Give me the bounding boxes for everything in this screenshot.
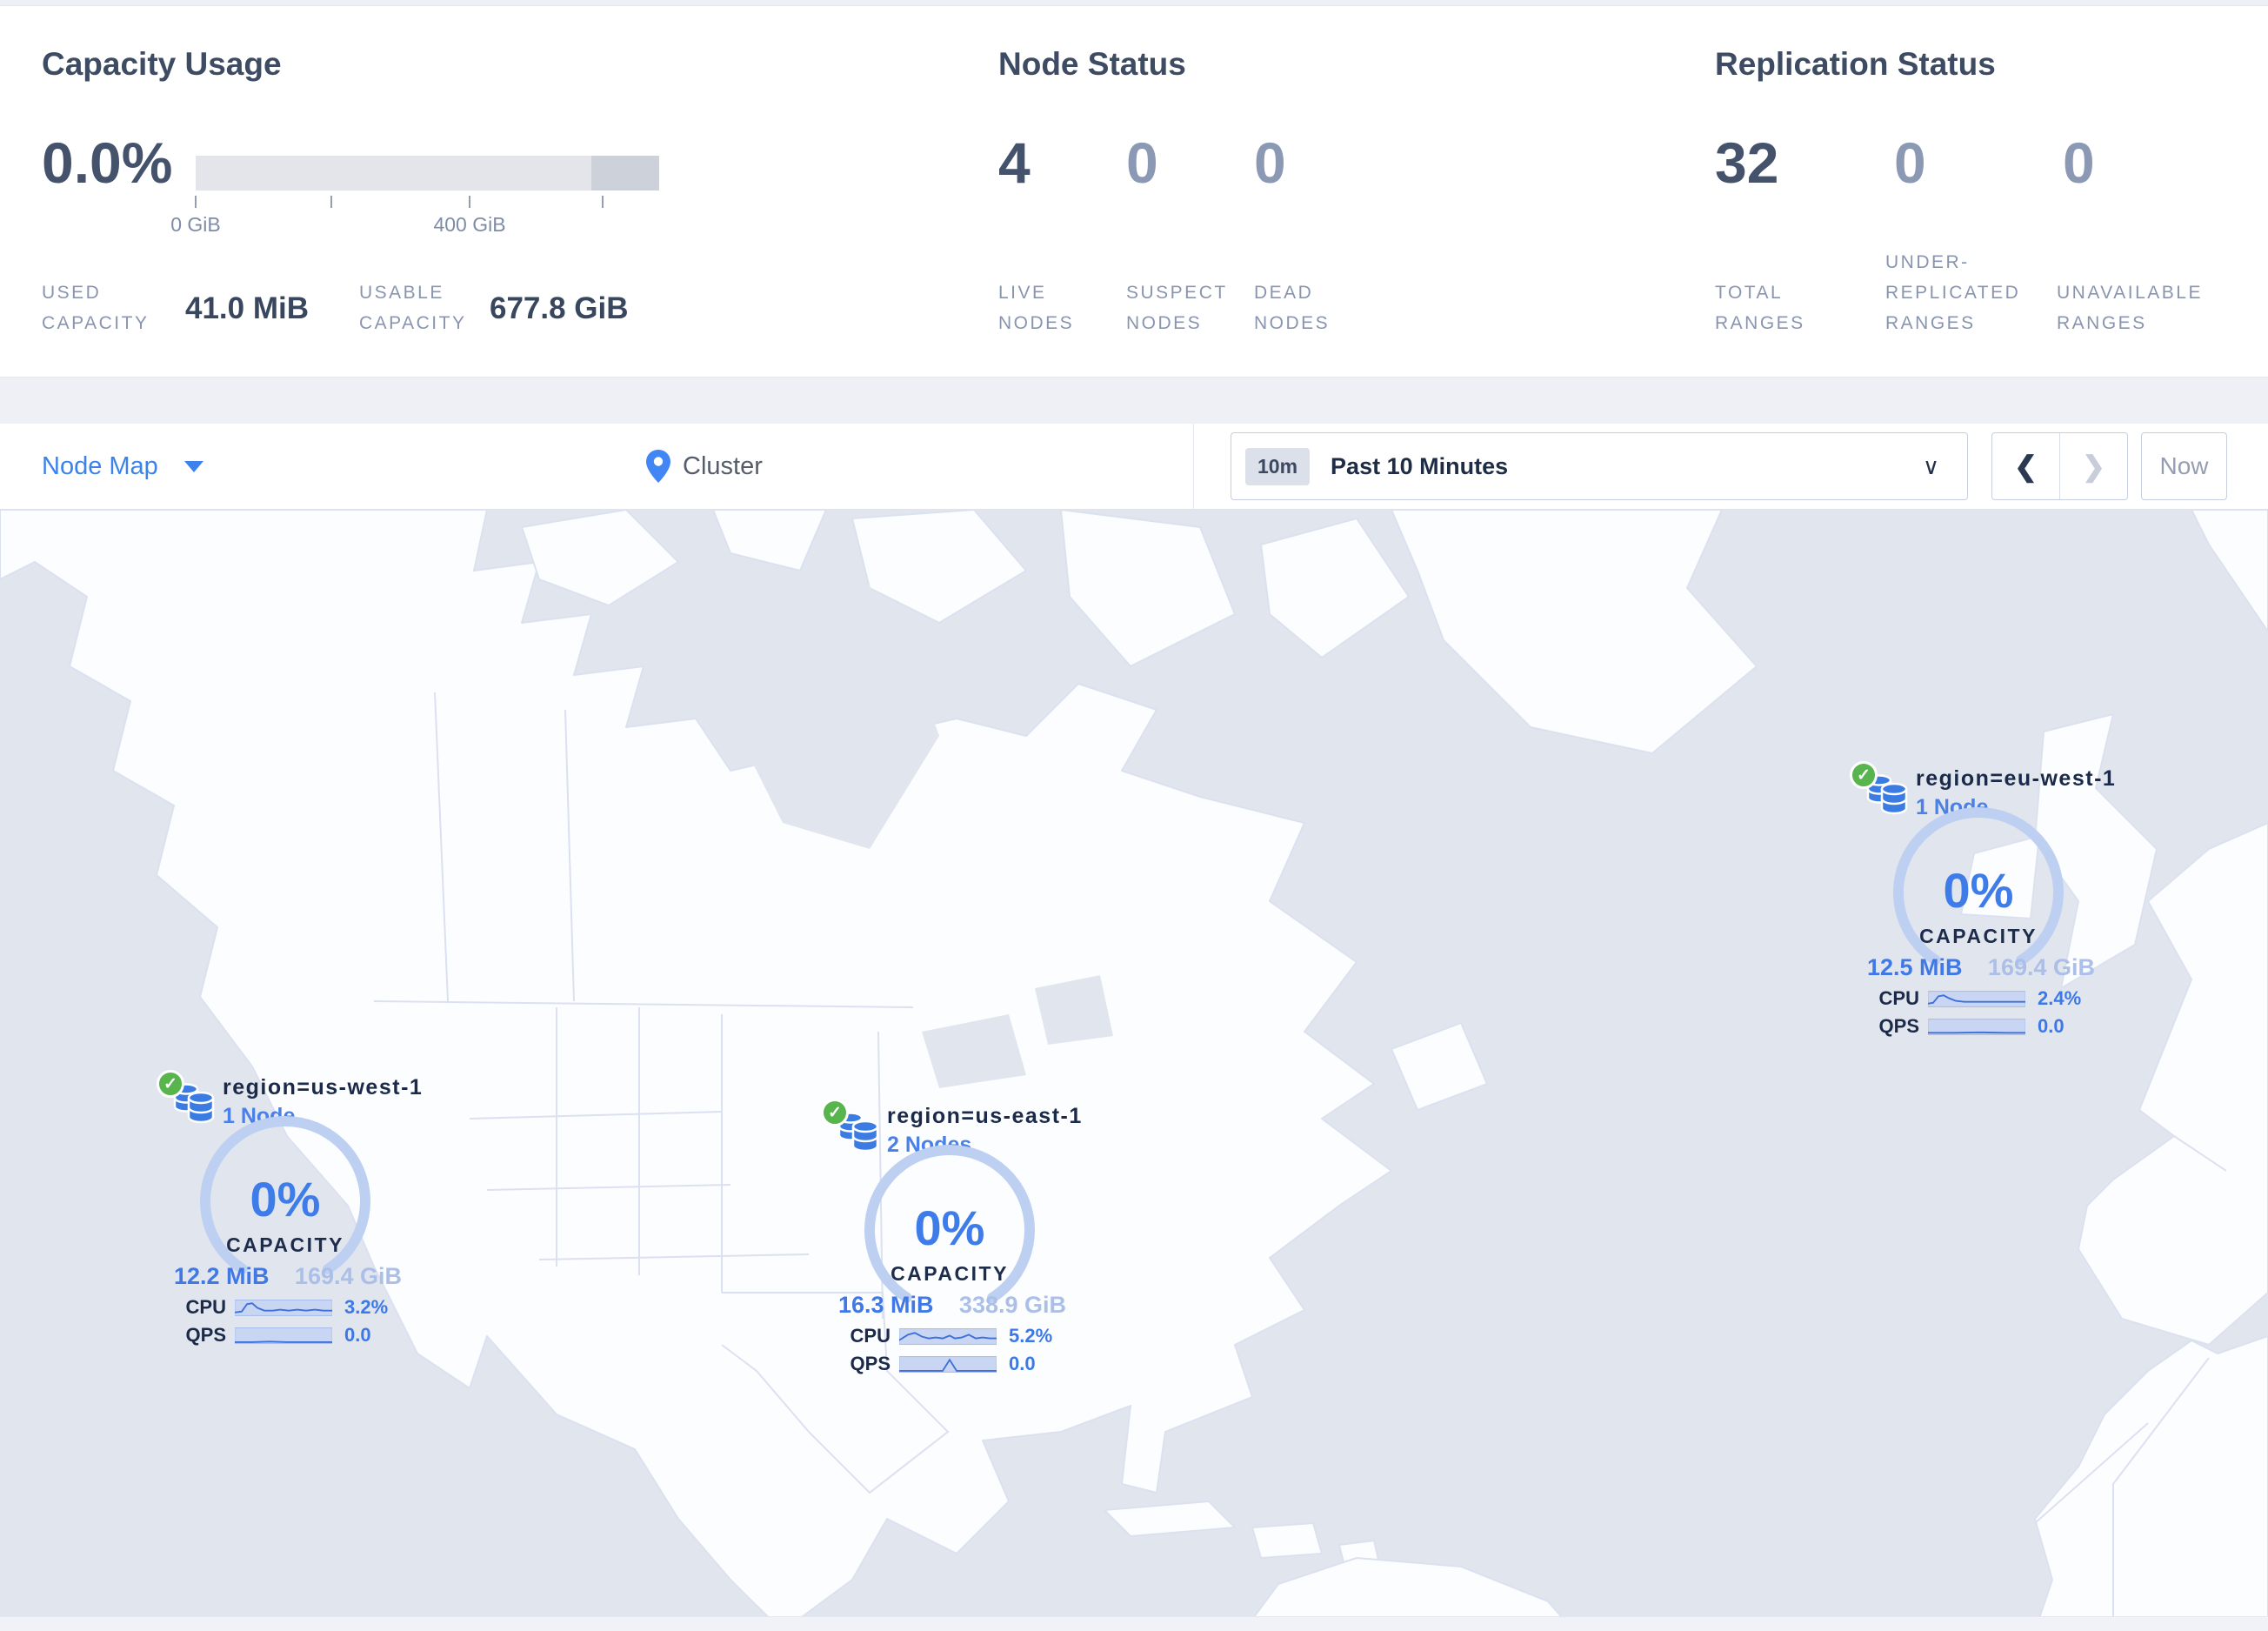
suspect-nodes-count: 0 [1126, 130, 1158, 195]
cpu-sparkline [1928, 990, 2025, 1007]
chevron-down-icon: ∨ [1922, 452, 1939, 479]
cpu-value: 5.2% [1009, 1325, 1053, 1347]
axis-tick-label: 0 GiB [170, 213, 221, 236]
capacity-percent: 0% [250, 1172, 321, 1227]
view-selector-label: Node Map [42, 451, 158, 480]
total-capacity: 338.9 GiB [958, 1292, 1066, 1318]
cpu-metric-row: CPU 3.2% [177, 1296, 389, 1319]
capacity-values: 12.2 MiB 169.4 GiB [174, 1263, 402, 1290]
unavailable-count: 0 [2063, 130, 2095, 195]
capacity-label: CAPACITY [1919, 925, 2038, 947]
capacity-percent: 0% [914, 1200, 985, 1255]
previous-interval-button[interactable]: ❮ [1992, 433, 2060, 499]
region-badge-eu-west-1[interactable]: ✓ region=eu-west-1 1 Node 0% CAPACITY 12… [1815, 759, 2115, 1055]
unavailable-ranges-label: UNAVAILABLE RANGES [2057, 283, 2203, 333]
capacity-usage-bar [196, 156, 659, 191]
region-name: region=us-west-1 [223, 1075, 424, 1100]
node-status-title: Node Status [998, 46, 1186, 82]
healthy-check-icon: ✓ [157, 1070, 184, 1098]
used-capacity: 16.3 MiB [838, 1292, 934, 1318]
map-footer-strip [0, 1616, 2268, 1631]
time-range-label: Past 10 Minutes [1331, 452, 1509, 479]
qps-sparkline [899, 1355, 997, 1373]
region-name: region=us-east-1 [887, 1104, 1083, 1128]
capacity-label: CAPACITY [891, 1262, 1009, 1285]
dead-nodes-label: DEAD NODES [1254, 283, 1331, 333]
cpu-metric-row: CPU 5.2% [842, 1325, 1053, 1347]
capacity-percent: 0.0% [42, 130, 173, 195]
region-name: region=eu-west-1 [1916, 766, 2117, 791]
healthy-check-icon: ✓ [1850, 761, 1878, 789]
cpu-sparkline [899, 1327, 997, 1345]
time-range-badge: 10m [1245, 447, 1311, 485]
under-replicated-count: 0 [1894, 130, 1926, 195]
spacer-band [0, 378, 2268, 424]
capacity-reserved-segment [591, 156, 659, 191]
qps-label: QPS [850, 1353, 891, 1374]
axis-tick [469, 196, 470, 208]
breadcrumb-label: Cluster [683, 451, 763, 480]
dead-nodes-count: 0 [1254, 130, 1286, 195]
time-pager: ❮ ❯ [1991, 432, 2128, 500]
capacity-values: 16.3 MiB 338.9 GiB [838, 1292, 1066, 1319]
healthy-check-icon: ✓ [821, 1099, 849, 1126]
used-capacity-label: USED CAPACITY [42, 283, 150, 333]
cpu-label: CPU [185, 1296, 226, 1318]
qps-value: 0.0 [1009, 1353, 1036, 1374]
replication-status-title: Replication Status [1715, 46, 1996, 82]
axis-tick-label: 400 GiB [433, 213, 506, 236]
time-range-dropdown[interactable]: 10m Past 10 Minutes ∨ [1231, 432, 1968, 500]
breadcrumb[interactable]: Cluster [645, 424, 763, 509]
capacity-values: 12.5 MiB 169.4 GiB [1867, 954, 2095, 981]
used-capacity: 12.5 MiB [1867, 954, 1963, 980]
axis-tick [195, 196, 197, 208]
qps-metric-row: QPS 0.0 [842, 1353, 1036, 1375]
qps-sparkline [1928, 1018, 2025, 1035]
map-toolbar: Node Map Cluster 10m Past 10 Minutes ∨ ❮… [0, 424, 2268, 510]
suspect-nodes-label: SUSPECT NODES [1126, 283, 1228, 333]
region-badge-us-west-1[interactable]: ✓ region=us-west-1 1 Node 0% CAPACITY 12… [122, 1068, 422, 1364]
total-capacity: 169.4 GiB [294, 1263, 402, 1289]
cluster-summary-card: Capacity Usage 0.0% 0 GiB 400 GiB USED C… [0, 5, 2268, 378]
usable-capacity-value: 677.8 GiB [490, 291, 629, 325]
total-ranges-label: TOTAL RANGES [1715, 283, 1805, 333]
cpu-label: CPU [850, 1325, 891, 1347]
live-nodes-label: LIVE NODES [998, 283, 1075, 333]
map-pin-icon [646, 450, 670, 483]
node-map[interactable]: ✓ region=us-west-1 1 Node 0% CAPACITY 12… [0, 510, 2268, 1631]
cpu-sparkline [235, 1299, 332, 1316]
capacity-usage-title: Capacity Usage [42, 46, 282, 82]
cpu-value: 2.4% [2038, 987, 2082, 1009]
qps-value: 0.0 [344, 1324, 371, 1346]
total-ranges-count: 32 [1715, 130, 1779, 195]
toolbar-divider [1193, 424, 1194, 509]
used-capacity: 12.2 MiB [174, 1263, 270, 1289]
used-capacity-value: 41.0 MiB [185, 291, 309, 325]
qps-value: 0.0 [2038, 1015, 2065, 1037]
qps-metric-row: QPS 0.0 [1871, 1015, 2065, 1038]
cpu-value: 3.2% [344, 1296, 389, 1318]
total-capacity: 169.4 GiB [1987, 954, 2095, 980]
qps-sparkline [235, 1327, 332, 1344]
axis-tick [330, 196, 332, 208]
capacity-percent: 0% [1943, 863, 2014, 918]
view-selector-dropdown[interactable]: Node Map [42, 424, 203, 509]
qps-label: QPS [1878, 1015, 1919, 1037]
capacity-label: CAPACITY [226, 1233, 344, 1256]
next-interval-button[interactable]: ❯ [2060, 433, 2127, 499]
now-button[interactable]: Now [2141, 432, 2227, 500]
cluster-overview-page: Capacity Usage 0.0% 0 GiB 400 GiB USED C… [0, 0, 2268, 1631]
usable-capacity-label: USABLE CAPACITY [359, 283, 467, 333]
under-replicated-label: UNDER-REPLICATED RANGES [1885, 252, 2021, 333]
axis-tick [602, 196, 604, 208]
qps-metric-row: QPS 0.0 [177, 1324, 371, 1347]
live-nodes-count: 4 [998, 130, 1031, 195]
chevron-down-icon [183, 460, 203, 472]
region-badge-us-east-1[interactable]: ✓ region=us-east-1 2 Nodes 0% CAPACITY 1… [786, 1097, 1082, 1393]
qps-label: QPS [185, 1324, 226, 1346]
cpu-label: CPU [1878, 987, 1919, 1009]
cpu-metric-row: CPU 2.4% [1871, 987, 2082, 1010]
